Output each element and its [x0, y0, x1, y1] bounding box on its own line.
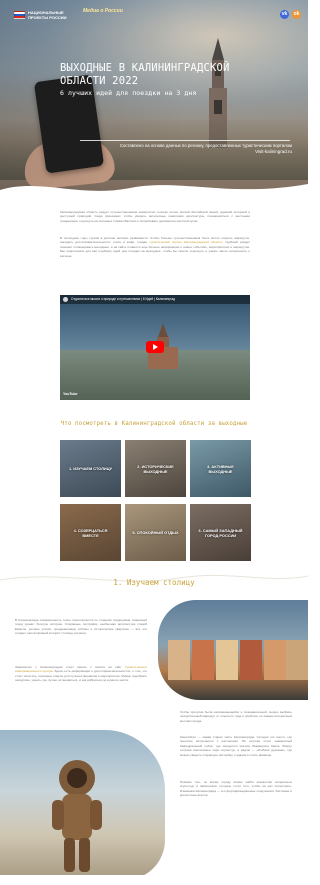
hero-site-link[interactable]: Visit-kaliningrad.ru: [200, 149, 292, 155]
hero-note: Составлено на основе данных по региону, …: [119, 143, 292, 148]
ideas-grid: 1. Изучаем столицу 2. Исторические выход…: [60, 440, 251, 564]
divider: [80, 140, 290, 141]
play-icon[interactable]: [146, 341, 164, 353]
vk-icon[interactable]: vk: [280, 10, 289, 19]
video-title[interactable]: Отдохни все мысли о природе и путешестви…: [71, 297, 175, 302]
chapter-paragraph: Помимо того, по всему городу можно найти…: [180, 780, 292, 798]
idea-tile[interactable]: 4. Созерцаться вместе: [60, 504, 121, 561]
media-logo[interactable]: Медиа о России: [83, 9, 123, 14]
sculpture-photo: [0, 730, 165, 880]
wave-divider: [0, 184, 308, 200]
video-player[interactable]: Отдохни все мысли о природе и путешестви…: [60, 295, 250, 400]
national-projects-logo[interactable]: НАЦИОНАЛЬНЫЕ ПРОЕКТЫ РОССИИ: [14, 10, 78, 22]
fishing-village-photo: [158, 600, 308, 700]
intro-paragraph: В последние годы туризм в регионе активн…: [60, 236, 250, 258]
chapter-paragraph: Чтобы прогулка была запоминающейся и поз…: [180, 710, 292, 723]
portal-link[interactable]: туристический портал Калининградской обл…: [149, 240, 222, 244]
chapter-paragraph: В Калининграде современность тесно переп…: [15, 618, 147, 636]
youtube-logo[interactable]: YouTube: [63, 392, 77, 397]
idea-tile[interactable]: 5. Спокойный отдых: [125, 504, 186, 561]
idea-tile[interactable]: 1. Изучаем столицу: [60, 440, 121, 497]
idea-tile[interactable]: 3. Активные выходные: [190, 440, 251, 497]
chapter-paragraph: Кенигсберг — самая старая часть Калининг…: [180, 735, 292, 757]
chapter-paragraph: Знакомство с Калининградом стоит начать …: [15, 665, 147, 683]
hero-subtitle: 6 лучших идей для поездки на 3 дня: [60, 89, 197, 97]
idea-tile[interactable]: 6. Самый западный город России: [190, 504, 251, 561]
hero-banner: НАЦИОНАЛЬНЫЕ ПРОЕКТЫ РОССИИ Медиа о Росс…: [0, 0, 308, 200]
idea-tile[interactable]: 2. Исторические выходные: [125, 440, 186, 497]
hero-title: Выходные в Калининградской области 2022: [60, 62, 230, 87]
intro-paragraph: Калининградская область радует путешеств…: [60, 210, 250, 223]
top-bar: НАЦИОНАЛЬНЫЕ ПРОЕКТЫ РОССИИ Медиа о Росс…: [0, 0, 308, 26]
diver-statue-illustration: [52, 760, 102, 872]
flag-icon: [14, 11, 25, 19]
chapter-title: 1. Изучаем столицу: [113, 578, 195, 587]
channel-avatar[interactable]: [63, 297, 68, 302]
ok-icon[interactable]: ok: [292, 10, 301, 19]
section-title: Что посмотреть в Калининградской области…: [60, 421, 248, 427]
